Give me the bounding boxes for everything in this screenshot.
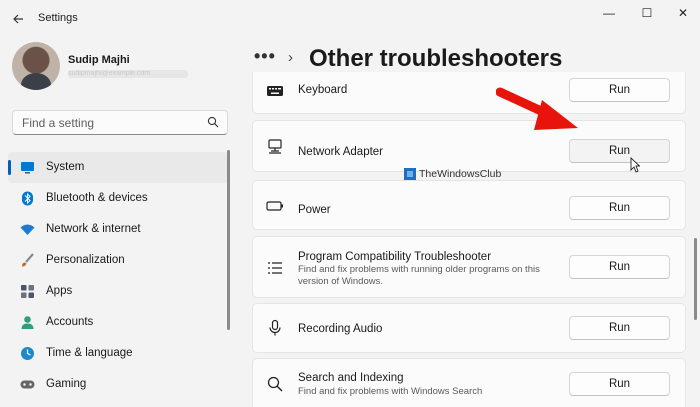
main-scrollbar[interactable] <box>694 238 697 320</box>
troubleshooter-title: Network Adapter <box>298 146 384 158</box>
run-power-button[interactable]: Run <box>569 196 670 220</box>
search-box[interactable] <box>12 110 228 135</box>
sidebar-item-accounts[interactable]: Accounts <box>8 307 228 338</box>
title-bar: Settings — ☐ ✕ <box>0 0 700 36</box>
sidebar-item-label: System <box>46 161 85 173</box>
avatar <box>12 42 60 90</box>
troubleshooter-title: Program Compatibility Troubleshooter <box>298 251 492 263</box>
gamepad-icon <box>20 380 35 389</box>
watermark-text: TheWindowsClub <box>419 168 502 180</box>
troubleshooter-title: Search and Indexing <box>298 372 404 384</box>
network-adapter-icon <box>268 139 282 154</box>
app-title: Settings <box>38 12 78 24</box>
troubleshooter-title: Keyboard <box>298 84 348 96</box>
sidebar-nav: System Bluetooth & devices Network & int… <box>8 152 228 400</box>
run-keyboard-button[interactable]: Run <box>569 78 670 102</box>
keyboard-icon <box>267 86 283 96</box>
search-icon <box>267 376 283 392</box>
troubleshooter-keyboard: Keyboard Run <box>252 72 686 114</box>
breadcrumb-more-button[interactable]: ••• <box>254 46 276 67</box>
troubleshooter-program-compatibility: Program Compatibility Troubleshooter Fin… <box>252 236 686 298</box>
run-recording-audio-button[interactable]: Run <box>569 316 670 340</box>
troubleshooter-network-adapter: Network Adapter Run <box>252 120 686 172</box>
sidebar-item-label: Bluetooth & devices <box>46 192 148 204</box>
red-arrow-icon <box>496 87 578 130</box>
minimize-button[interactable]: — <box>594 3 624 23</box>
bluetooth-icon <box>22 191 33 206</box>
troubleshooter-description: Find and fix problems with running older… <box>298 264 540 287</box>
user-email: sudipmajhi@example.com <box>68 70 188 78</box>
sidebar-item-label: Gaming <box>46 378 87 390</box>
person-icon <box>21 316 34 329</box>
sidebar-item-label: Apps <box>46 285 73 297</box>
search-icon[interactable] <box>207 116 219 128</box>
run-network-adapter-button[interactable]: Run <box>569 139 670 163</box>
run-search-indexing-button[interactable]: Run <box>569 372 670 396</box>
sidebar-item-label: Network & internet <box>46 223 141 235</box>
sidebar-scrollbar[interactable] <box>227 150 230 330</box>
sidebar-item-personalization[interactable]: Personalization <box>8 245 228 276</box>
maximize-button[interactable]: ☐ <box>632 3 662 23</box>
close-button[interactable]: ✕ <box>668 3 698 23</box>
back-arrow-icon <box>13 14 23 24</box>
user-name: Sudip Majhi <box>68 54 130 66</box>
sidebar-item-gaming[interactable]: Gaming <box>8 369 228 400</box>
user-profile[interactable]: Sudip Majhi sudipmajhi@example.com <box>12 42 232 92</box>
sidebar-item-apps[interactable]: Apps <box>8 276 228 307</box>
globe-clock-icon <box>21 347 34 360</box>
mouse-cursor-icon <box>630 157 640 173</box>
troubleshooter-search-indexing: Search and Indexing Find and fix problem… <box>252 358 686 407</box>
windows-club-logo-icon <box>404 168 416 180</box>
troubleshooter-list: Keyboard Run Network Adapter Run Power R… <box>252 72 686 407</box>
sidebar-item-label: Time & language <box>46 347 133 359</box>
sidebar-item-label: Personalization <box>46 254 125 266</box>
battery-icon <box>266 201 283 211</box>
system-monitor-icon <box>21 162 34 174</box>
wifi-icon <box>20 224 35 235</box>
troubleshooter-description: Find and fix problems with Windows Searc… <box>298 386 483 397</box>
chevron-right-icon: › <box>288 49 293 66</box>
list-icon <box>268 262 282 274</box>
microphone-icon <box>269 319 281 336</box>
troubleshooter-recording-audio: Recording Audio Run <box>252 303 686 353</box>
brush-icon <box>22 253 34 267</box>
sidebar-item-system[interactable]: System <box>8 152 228 183</box>
sidebar-item-network[interactable]: Network & internet <box>8 214 228 245</box>
apps-grid-icon <box>21 285 34 298</box>
sidebar-item-bluetooth[interactable]: Bluetooth & devices <box>8 183 228 214</box>
sidebar-item-time-language[interactable]: Time & language <box>8 338 228 369</box>
search-input[interactable] <box>13 111 203 134</box>
back-button[interactable] <box>6 7 30 31</box>
run-program-compatibility-button[interactable]: Run <box>569 255 670 279</box>
troubleshooter-title: Power <box>298 204 331 216</box>
page-title: Other troubleshooters <box>309 45 563 72</box>
troubleshooter-power: Power Run <box>252 180 686 230</box>
troubleshooter-title: Recording Audio <box>298 323 383 335</box>
sidebar-item-label: Accounts <box>46 316 94 328</box>
